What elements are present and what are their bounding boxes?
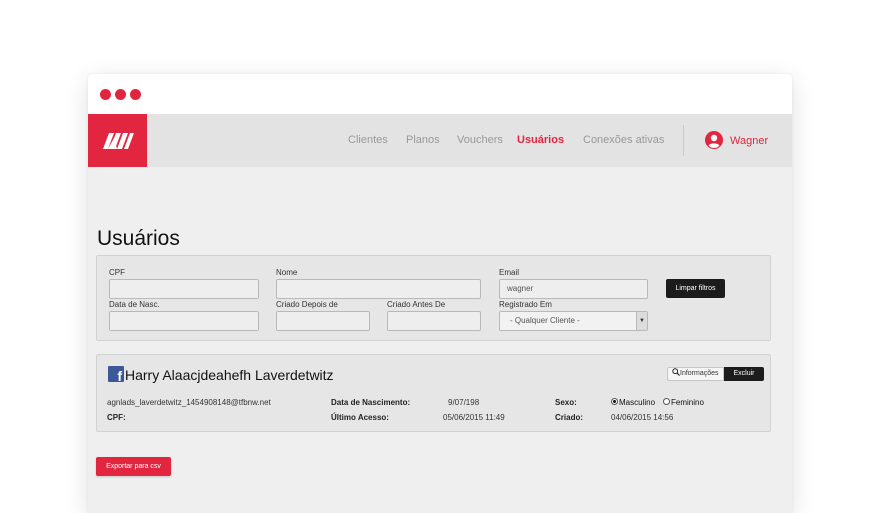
nome-input[interactable] [276, 279, 481, 299]
birth-date-label: Data de Nascimento: [331, 398, 411, 407]
user-circle-icon[interactable] [705, 131, 723, 149]
chevron-down-icon[interactable]: ▼ [636, 312, 647, 330]
registrado-em-label: Registrado Em [499, 300, 552, 309]
data-nasc-input[interactable] [109, 311, 259, 331]
info-button[interactable]: Informações [667, 367, 724, 381]
nav-usuarios[interactable]: Usuários [517, 134, 564, 146]
user-name[interactable]: Wagner [730, 135, 768, 147]
window-titlebar [88, 74, 792, 114]
criado-antes-input[interactable] [387, 311, 481, 331]
window-dot-icon [115, 89, 126, 100]
cpf-input[interactable] [109, 279, 259, 299]
criado-depois-input[interactable] [276, 311, 370, 331]
nav-divider [683, 125, 684, 156]
brand-logo[interactable] [88, 114, 147, 167]
sex-label: Sexo: [555, 398, 577, 407]
search-icon [672, 368, 680, 376]
sex-option-feminino[interactable]: Feminino [671, 398, 704, 407]
criado-antes-label: Criado Antes De [387, 300, 446, 309]
data-nasc-label: Data de Nasc. [109, 300, 160, 309]
delete-button[interactable]: Excluir [724, 367, 764, 381]
sex-radio-feminino[interactable] [663, 398, 670, 405]
created-label: Criado: [555, 413, 583, 422]
nav-clientes[interactable]: Clientes [348, 134, 388, 146]
info-button-label: Informações [680, 370, 719, 377]
export-csv-button[interactable]: Exportar para csv [96, 457, 171, 476]
created-value: 04/06/2015 14:56 [611, 413, 674, 422]
app-window: Clientes Planos Vouchers Usuários Conexõ… [88, 74, 792, 513]
cpf-label: CPF [109, 268, 125, 277]
nav-vouchers[interactable]: Vouchers [457, 134, 503, 146]
filters-panel: CPF Nome Email wagner Limpar filtros Dat… [96, 255, 771, 341]
window-dot-icon [130, 89, 141, 100]
last-access-label: Último Acesso: [331, 413, 389, 422]
birth-date-value: 9/07/198 [448, 398, 480, 407]
user-full-name: Harry Alaacjdeahefh Laverdetwitz [125, 367, 334, 383]
nav-conexoes-ativas[interactable]: Conexões ativas [583, 134, 664, 146]
user-email: agnlads_laverdetwitz_1454908148@tfbnw.ne… [107, 398, 271, 407]
facebook-icon: f [108, 366, 124, 383]
cpf-field-label: CPF: [107, 413, 126, 422]
registrado-em-value: - Qualquer Cliente - [510, 316, 580, 325]
email-label: Email [499, 268, 520, 277]
clear-filters-button[interactable]: Limpar filtros [666, 279, 725, 298]
sex-option-masculino[interactable]: Masculino [619, 398, 655, 407]
sex-radio-masculino[interactable] [611, 398, 618, 405]
page-title: Usuários [97, 227, 180, 250]
top-navbar: Clientes Planos Vouchers Usuários Conexõ… [88, 114, 792, 167]
brand-logo-icon [103, 133, 134, 149]
registrado-em-select[interactable]: - Qualquer Cliente - ▼ [499, 311, 648, 331]
criado-depois-label: Criado Depois de [276, 300, 338, 309]
nav-planos[interactable]: Planos [406, 134, 440, 146]
last-access-value: 05/06/2015 11:49 [443, 413, 505, 422]
nome-label: Nome [276, 268, 298, 277]
window-dot-icon [100, 89, 111, 100]
email-input[interactable]: wagner [499, 279, 648, 299]
user-result-card: f Harry Alaacjdeahefh Laverdetwitz Infor… [96, 354, 771, 432]
